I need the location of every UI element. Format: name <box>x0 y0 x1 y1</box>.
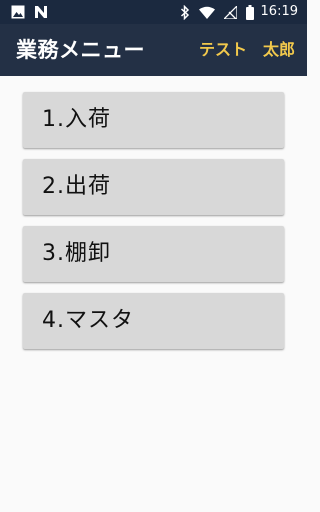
bluetooth-icon <box>180 4 189 20</box>
menu-button-label: 3.棚卸 <box>42 241 111 266</box>
page-title: 業務メニュー <box>16 38 145 62</box>
status-bar-left <box>11 4 57 20</box>
menu-button-label: 2.出荷 <box>42 174 111 199</box>
signal-off-icon <box>223 5 237 19</box>
n-icon <box>35 6 47 18</box>
menu-list: 1.入荷 2.出荷 3.棚卸 4.マスタ <box>23 92 284 360</box>
menu-button-receiving[interactable]: 1.入荷 <box>23 92 284 148</box>
menu-button-label: 1.入荷 <box>42 107 111 132</box>
wifi-icon <box>198 6 215 19</box>
menu-button-master[interactable]: 4.マスタ <box>23 293 284 349</box>
user-first-name: テスト <box>198 40 247 59</box>
status-bar-right: 16:19 <box>171 4 298 20</box>
battery-icon <box>245 4 254 20</box>
menu-button-shipping[interactable]: 2.出荷 <box>23 159 284 215</box>
status-bar: 16:19 <box>0 0 307 24</box>
status-time: 16:19 <box>260 4 298 19</box>
menu-button-inventory[interactable]: 3.棚卸 <box>23 226 284 282</box>
app-bar: 業務メニュー テスト 太郎 <box>0 24 307 76</box>
menu-button-label: 4.マスタ <box>42 308 134 333</box>
user-last-name: 太郎 <box>262 40 295 59</box>
user-name: テスト 太郎 <box>199 24 295 76</box>
image-icon <box>11 5 25 19</box>
